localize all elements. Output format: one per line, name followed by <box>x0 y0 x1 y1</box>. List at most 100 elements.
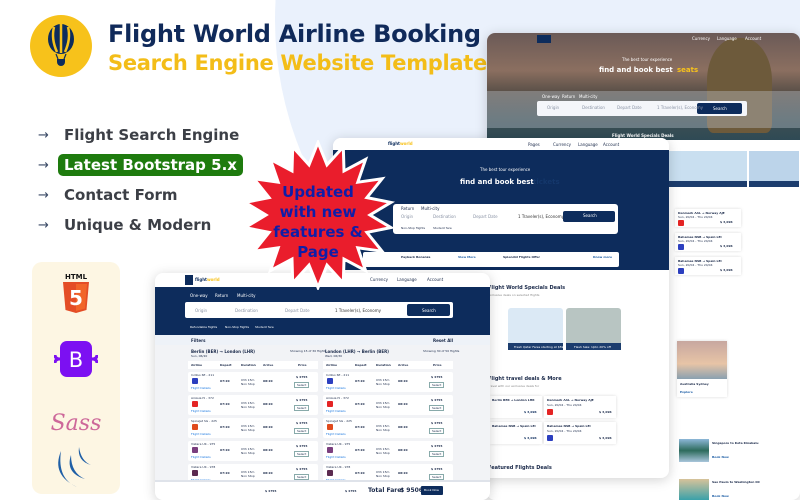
column-price[interactable]: Price <box>298 363 307 367</box>
leg-price: $ 4755 <box>265 489 277 493</box>
nav-language[interactable]: Language <box>717 36 737 41</box>
student-fare-checkbox[interactable]: Student fare <box>255 325 274 329</box>
flight-row[interactable]: SpiceJet SG - 225 Flight Details 07:20 03h … <box>323 418 453 438</box>
leg-date: Wed, 06/30 <box>325 354 343 358</box>
deal-card[interactable]: Denmark AAL → Norway AJE Sun, 20/04 - Th… <box>675 209 741 227</box>
non-stop-checkbox[interactable]: Non-Stop flights <box>401 226 425 230</box>
deal-card[interactable]: Bahamas NSB → Spain LEI Sun, 20/04 - Thu… <box>675 233 741 251</box>
flight-price: $ 4755 <box>296 398 308 402</box>
deal-card[interactable]: Fresh Qatar Fares starting at $59 <box>508 308 563 350</box>
flight-details-link[interactable]: Flight Details <box>326 409 346 413</box>
trip-type-multi-city[interactable]: Multi-city <box>579 94 597 99</box>
refundable-checkbox[interactable]: Refundable flights <box>190 325 217 329</box>
depart-time: 07:20 <box>355 448 365 452</box>
deal-caption: Fresh Qatar Fares starting at $59 <box>514 345 564 349</box>
select-button[interactable]: Select <box>429 428 445 434</box>
flight-price: $ 4755 <box>296 375 308 379</box>
travel-deal-card[interactable]: Denmark AAL → Norway AJE Sun, 20/04 - Th… <box>544 396 616 418</box>
airline-logo <box>327 424 333 430</box>
section-title: Flight travel deals & More <box>488 376 562 382</box>
select-button[interactable]: Select <box>429 451 445 457</box>
airline-name: SpiceJet SG - 225 <box>191 419 217 423</box>
flight-details-link[interactable]: Flight Details <box>191 409 211 413</box>
nav-language[interactable]: Language <box>578 142 598 147</box>
flight-details-link[interactable]: Flight Details <box>326 386 346 390</box>
flight-row[interactable]: Vistara UK - 975 Flight Details 07:20 03h 1… <box>323 441 453 461</box>
flight-row[interactable]: Vistara UK - 975 Flight Details 07:20 03h 1… <box>188 441 318 461</box>
nav-language[interactable]: Language <box>397 277 417 282</box>
menu-icon[interactable] <box>185 275 193 285</box>
select-button[interactable]: Select <box>294 405 310 411</box>
traveler-field[interactable]: 1 Traveler(s), Economy <box>518 214 564 219</box>
destination-field[interactable]: Destination <box>433 214 456 219</box>
promo-title: Payback Bonanza <box>401 255 431 259</box>
travel-deal-card[interactable]: Bahamas NSB → Spain LEI Sun, 20/04 - Thu… <box>544 422 616 444</box>
trip-type-one-way[interactable]: One-way <box>190 293 208 298</box>
book-now-link[interactable]: Book Now <box>712 494 729 498</box>
traveler-field[interactable]: 1 Traveler(s), Economy <box>657 105 703 110</box>
airline-name: SpiceJet SG - 225 <box>326 419 352 423</box>
traveler-field[interactable]: 1 Traveler(s), Economy <box>335 308 381 313</box>
nav-account[interactable]: Account <box>603 142 619 147</box>
view-more-link[interactable]: View More <box>458 255 476 259</box>
flight-row[interactable]: AirAsia I5 - 372 Flight Details 07:20 03h 1… <box>188 395 318 415</box>
flight-details-link[interactable]: Flight Details <box>191 432 211 436</box>
travel-deal-card[interactable]: Bahamas NSB → Spain LEI $ 3,096 <box>490 422 542 444</box>
non-stop-checkbox[interactable]: Non-Stop flights <box>225 325 249 329</box>
know-more-link[interactable]: Know more <box>593 255 612 259</box>
student-fare-checkbox[interactable]: Student fare <box>433 226 452 230</box>
nav-account[interactable]: Account <box>745 36 761 41</box>
trip-type-multi-city[interactable]: Multi-city <box>237 293 255 298</box>
travel-deal-card[interactable]: Berlin BER → London LHR $ 3,096 <box>490 396 542 418</box>
stops: Non Stop <box>241 405 255 409</box>
destination-card[interactable]: Australia Sydney Explore <box>677 341 727 397</box>
reset-all-link[interactable]: Reset All <box>433 338 453 343</box>
origin-field[interactable]: Origin <box>401 214 413 219</box>
trip-type-return[interactable]: Return <box>562 94 575 99</box>
nav-currency[interactable]: Currency <box>553 142 571 147</box>
flight-details-link[interactable]: Flight Details <box>326 455 346 459</box>
select-button[interactable]: Select <box>294 451 310 457</box>
flight-row[interactable]: SpiceJet SG - 225 Flight Details 07:20 03h … <box>188 418 318 438</box>
explore-link[interactable]: Explore <box>680 390 693 394</box>
nav-account[interactable]: Account <box>427 277 443 282</box>
flight-details-link[interactable]: Flight Details <box>191 386 211 390</box>
destination-field[interactable]: Destination <box>582 105 605 110</box>
book-now-button[interactable]: Book Now <box>421 486 443 495</box>
deal-caption-bar <box>749 181 799 187</box>
trip-type-multi-city[interactable]: Multi-city <box>421 206 439 211</box>
depart-date-field[interactable]: Depart Date <box>473 214 498 219</box>
select-button[interactable]: Select <box>429 405 445 411</box>
airline-logo <box>327 447 333 453</box>
nav-pages[interactable]: Pages <box>528 142 540 147</box>
nav-currency[interactable]: Currency <box>692 36 710 41</box>
depart-date-field[interactable]: Depart Date <box>617 105 642 110</box>
book-now-link[interactable]: Book Now <box>712 455 729 459</box>
filters-toggle[interactable]: Filters <box>191 338 205 343</box>
depart-date-field[interactable]: Depart Date <box>285 308 310 313</box>
origin-field[interactable]: Origin <box>195 308 207 313</box>
select-button[interactable]: Select <box>294 382 310 388</box>
deal-card[interactable]: Flash Sale: Upto 20% off <box>566 308 621 350</box>
column-price[interactable]: Price <box>433 363 442 367</box>
stops: Non Stop <box>376 382 390 386</box>
select-button[interactable]: Select <box>429 382 445 388</box>
search-button-label: Search <box>583 213 597 218</box>
destination-field[interactable]: Destination <box>235 308 258 313</box>
flight-price: $ 4755 <box>431 398 443 402</box>
flight-details-link[interactable]: Flight Details <box>326 432 346 436</box>
trip-type-return[interactable]: Return <box>215 293 228 298</box>
select-button[interactable]: Select <box>294 428 310 434</box>
flight-details-link[interactable]: Flight Details <box>191 455 211 459</box>
flight-row[interactable]: AirAsia I5 - 372 Flight Details 07:20 03h 1… <box>323 395 453 415</box>
tour-title: Singapore to Kota Kinabalu <box>712 441 759 445</box>
column-airline: Airline <box>326 363 338 367</box>
starburst-line: Updated <box>282 183 354 201</box>
flight-row[interactable]: IndiGo 6E - 211 Flight Details 07:20 03h 15… <box>323 372 453 392</box>
trip-type-return[interactable]: Return <box>401 206 414 211</box>
deal-card[interactable]: Bahamas NSB → Spain LEI Sun, 20/04 - Thu… <box>675 257 741 275</box>
flight-row[interactable]: IndiGo 6E - 211 Flight Details 07:20 03h 15… <box>188 372 318 392</box>
origin-field[interactable]: Origin <box>547 105 559 110</box>
trip-type-one-way[interactable]: One-way <box>542 94 560 99</box>
leg-count: Showing 15 of 30 flights <box>290 349 327 353</box>
